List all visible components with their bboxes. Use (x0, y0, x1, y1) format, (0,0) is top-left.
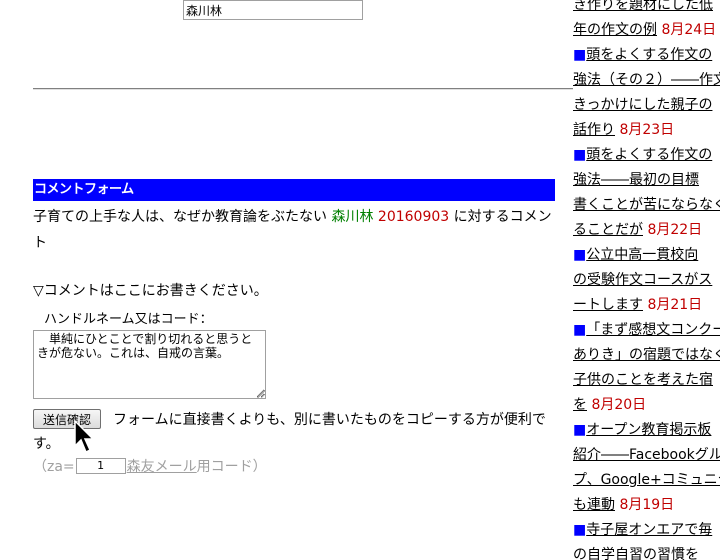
square-bullet-icon: ■ (573, 522, 587, 538)
target-date: 20160903 (377, 209, 450, 225)
sidebar-article-line: 紹介――Facebookグル (573, 443, 720, 468)
sidebar-article-line: ■オープン教育掲示板 (573, 418, 711, 443)
sidebar-article-line: きっかけにした親子の (573, 93, 712, 118)
sidebar-article-link[interactable]: 年の作文の例 (573, 22, 657, 38)
sidebar-article-link[interactable]: きっかけにした親子の (573, 97, 712, 113)
sidebar-article-line: ■「まず感想文コンクー (573, 318, 720, 343)
sidebar-article-link[interactable]: 書くことが苦にならなく (573, 197, 720, 213)
sidebar-article-date: 8月20日 (591, 397, 647, 413)
textarea-resize-handle[interactable] (256, 389, 265, 398)
sidebar-article-link[interactable]: ートします (573, 297, 643, 313)
sidebar-article-line: 書くことが苦にならなく (573, 193, 720, 218)
sidebar-article-link[interactable]: 話作り (573, 122, 615, 138)
copy-paste-note: フォームに直接書くよりも、別に書いたものをコピーする方が便利です。 (33, 412, 546, 452)
sidebar-article-link[interactable]: 強法（その２）――作文 (573, 72, 720, 88)
recent-articles-sidebar: き作りを題材にした低 年の作文の例 8月24日 ■頭をよくする作文の 強法（その２）―… (573, 0, 720, 560)
mouse-cursor-icon (74, 420, 95, 454)
sidebar-article-link[interactable]: ありき」の宿題ではなく (573, 347, 720, 363)
sidebar-article-line: 強法（その２）――作文 (573, 68, 720, 93)
sidebar-article-line: も連動 8月19日 (573, 493, 674, 518)
sidebar-article-line: ありき」の宿題ではなく (573, 343, 720, 368)
sidebar-article-line: ートします 8月21日 (573, 293, 702, 318)
sidebar-article-line: を 8月20日 (573, 393, 646, 418)
comment-form-header: コメントフォーム (33, 179, 555, 201)
sidebar-article-link[interactable]: を (573, 397, 587, 413)
horizontal-divider (33, 88, 573, 90)
sidebar-article-link[interactable]: 頭をよくする作文の (586, 47, 712, 63)
sidebar-article-line: ることだが 8月22日 (573, 218, 702, 243)
square-bullet-icon: ■ (573, 422, 587, 438)
sidebar-article-link[interactable]: オープン教育掲示板 (586, 422, 711, 438)
sidebar-article-link[interactable]: も連動 (573, 497, 615, 513)
sidebar-article-link[interactable]: 公立中高一貫校向 (586, 247, 698, 263)
sidebar-article-link[interactable]: 強法――最初の目標 (573, 172, 699, 188)
target-author: 森川林 (331, 209, 374, 225)
sidebar-article-line: ■頭をよくする作文の (573, 143, 712, 168)
sidebar-article-line: の受験作文コースがス (573, 268, 712, 293)
sidebar-article-link[interactable]: の受験作文コースがス (573, 272, 712, 288)
sidebar-article-line: 子供のことを考えた宿 (573, 368, 713, 393)
za-suffix: 用コード） (196, 459, 267, 475)
sidebar-article-link[interactable]: 紹介――Facebookグル (573, 447, 720, 463)
sidebar-article-date: 8月24日 (661, 22, 717, 38)
handle-name-label: ハンドルネーム又はコード： (44, 312, 213, 327)
sidebar-article-link[interactable]: 「まず感想文コンクー (586, 322, 720, 338)
square-bullet-icon: ■ (573, 147, 587, 163)
za-prefix: （za= (33, 459, 75, 475)
sidebar-article-date: 8月21日 (647, 297, 703, 313)
comment-textarea[interactable]: 単純にひとことで割り切れると思うときが危ない。これは、自戒の言葉。 (33, 330, 266, 399)
square-bullet-icon: ■ (573, 322, 587, 338)
square-bullet-icon: ■ (573, 247, 587, 263)
sidebar-article-date: 8月23日 (619, 122, 675, 138)
sidebar-article-line: ■頭をよくする作文の (573, 43, 712, 68)
sidebar-article-date: 8月19日 (619, 497, 675, 513)
sidebar-article-link[interactable]: 子供のことを考えた宿 (573, 372, 713, 388)
morinomail-link[interactable]: 森友メール (127, 459, 197, 475)
sidebar-article-line: 強法――最初の目標 (573, 168, 699, 193)
sidebar-article-link[interactable]: 頭をよくする作文の (586, 147, 712, 163)
sidebar-article-date: 8月22日 (647, 222, 703, 238)
sidebar-article-line: き作りを題材にした低 (573, 0, 713, 18)
target-title: 子育ての上手な人は、なぜか教育論をぶたない (33, 209, 327, 225)
sidebar-article-link[interactable]: 寺子屋オンエアで毎 (586, 522, 712, 538)
sidebar-article-link[interactable]: の自学自習の習慣を (573, 547, 699, 560)
sidebar-article-line: 話作り 8月23日 (573, 118, 674, 143)
sidebar-article-link[interactable]: き作りを題材にした低 (573, 0, 713, 13)
sidebar-article-line: 年の作文の例 8月24日 (573, 18, 716, 43)
sidebar-article-link[interactable]: プ、Google+コミュニティ (573, 472, 720, 488)
handle-name-input[interactable] (183, 0, 363, 20)
sidebar-article-link[interactable]: ることだが (573, 222, 643, 238)
sidebar-article-line: ■寺子屋オンエアで毎 (573, 518, 712, 543)
comment-prompt: ▽コメントはここにお書きください。 (33, 283, 268, 299)
sidebar-article-line: の自学自習の習慣を (573, 543, 699, 560)
za-code-input[interactable]: 1 (75, 458, 126, 474)
comment-target-text: 子育ての上手な人は、なぜか教育論をぶたない 森川林 20160903 に対するコ… (33, 204, 560, 256)
square-bullet-icon: ■ (573, 47, 587, 63)
sidebar-article-line: ■公立中高一貫校向 (573, 243, 698, 268)
sidebar-article-line: プ、Google+コミュニティ (573, 468, 720, 493)
za-code-row: （za= 1 森友メール用コード） (33, 456, 267, 478)
